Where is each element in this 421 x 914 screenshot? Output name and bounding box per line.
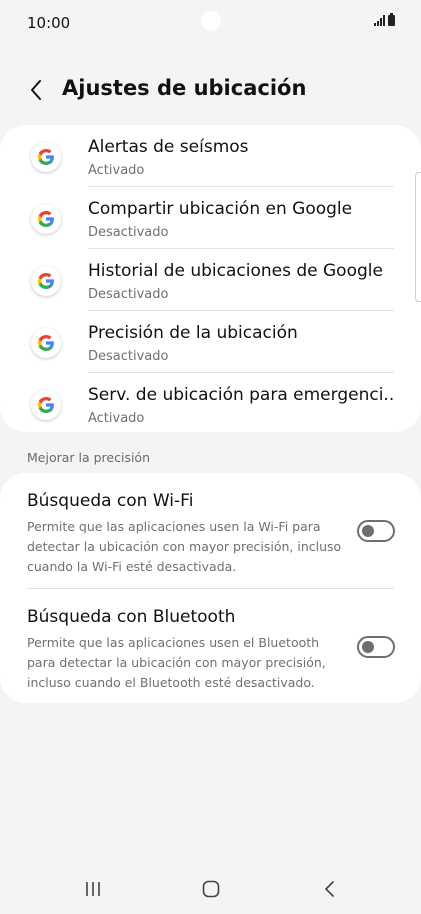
toggle-knob bbox=[362, 525, 374, 537]
navigation-bar bbox=[0, 864, 421, 914]
app-item-emergency-location[interactable]: Serv. de ubicación para emergenci.. Acti… bbox=[0, 375, 421, 437]
wifi-scanning-toggle[interactable] bbox=[357, 520, 395, 542]
home-button[interactable] bbox=[196, 876, 226, 902]
google-icon bbox=[31, 390, 61, 420]
toggle-knob bbox=[362, 641, 374, 653]
google-icon bbox=[31, 328, 61, 358]
scroll-indicator bbox=[415, 172, 421, 302]
status-time: 10:00 bbox=[27, 14, 71, 32]
app-item-status: Activado bbox=[88, 163, 145, 178]
back-icon bbox=[325, 881, 334, 897]
google-icon bbox=[31, 142, 61, 172]
home-icon bbox=[202, 880, 220, 898]
recents-icon bbox=[86, 882, 100, 896]
app-item-title: Compartir ubicación en Google bbox=[88, 199, 353, 219]
header: Ajustes de ubicación bbox=[0, 70, 421, 110]
app-item-title: Serv. de ubicación para emergenci.. bbox=[88, 385, 395, 405]
setting-title: Búsqueda con Bluetooth bbox=[27, 607, 236, 627]
divider bbox=[88, 310, 394, 311]
section-label: Mejorar la precisión bbox=[27, 450, 151, 465]
divider bbox=[27, 588, 394, 589]
page-title: Ajustes de ubicación bbox=[62, 76, 307, 100]
divider bbox=[88, 186, 394, 187]
app-item-location-history[interactable]: Historial de ubicaciones de Google Desac… bbox=[0, 251, 421, 313]
app-item-title: Precisión de la ubicación bbox=[88, 323, 298, 343]
divider bbox=[88, 372, 394, 373]
google-settings-card: Alertas de seísmos Activado Compartir ub… bbox=[0, 125, 421, 432]
app-item-status: Desactivado bbox=[88, 287, 169, 302]
app-item-status: Activado bbox=[88, 411, 145, 426]
app-item-title: Alertas de seísmos bbox=[88, 137, 249, 157]
accuracy-settings-card: Búsqueda con Wi-Fi Permite que las aplic… bbox=[0, 473, 421, 703]
camera-cutout bbox=[201, 11, 221, 31]
divider bbox=[88, 248, 394, 249]
setting-description: Permite que las aplicaciones usen la Wi-… bbox=[27, 519, 342, 574]
app-item-share-location[interactable]: Compartir ubicación en Google Desactivad… bbox=[0, 189, 421, 251]
app-item-status: Desactivado bbox=[88, 225, 169, 240]
nav-back-button[interactable] bbox=[315, 876, 345, 902]
status-icons bbox=[374, 13, 395, 26]
app-item-location-accuracy[interactable]: Precisión de la ubicación Desactivado bbox=[0, 313, 421, 375]
bluetooth-scanning-toggle[interactable] bbox=[357, 636, 395, 658]
signal-icon bbox=[374, 15, 385, 26]
chevron-left-icon bbox=[31, 80, 41, 100]
recents-button[interactable] bbox=[78, 876, 108, 902]
wifi-scanning-item[interactable]: Búsqueda con Wi-Fi Permite que las aplic… bbox=[0, 491, 421, 577]
google-icon bbox=[31, 204, 61, 234]
back-button[interactable] bbox=[24, 76, 48, 104]
google-icon bbox=[31, 266, 61, 296]
setting-title: Búsqueda con Wi-Fi bbox=[27, 491, 194, 511]
app-item-title: Historial de ubicaciones de Google bbox=[88, 261, 383, 281]
bluetooth-scanning-item[interactable]: Búsqueda con Bluetooth Permite que las a… bbox=[0, 607, 421, 693]
app-item-earthquake-alerts[interactable]: Alertas de seísmos Activado bbox=[0, 127, 421, 189]
app-item-status: Desactivado bbox=[88, 349, 169, 364]
status-bar: 10:00 bbox=[0, 0, 421, 44]
battery-icon bbox=[388, 13, 395, 26]
setting-description: Permite que las aplicaciones usen el Blu… bbox=[27, 635, 326, 690]
